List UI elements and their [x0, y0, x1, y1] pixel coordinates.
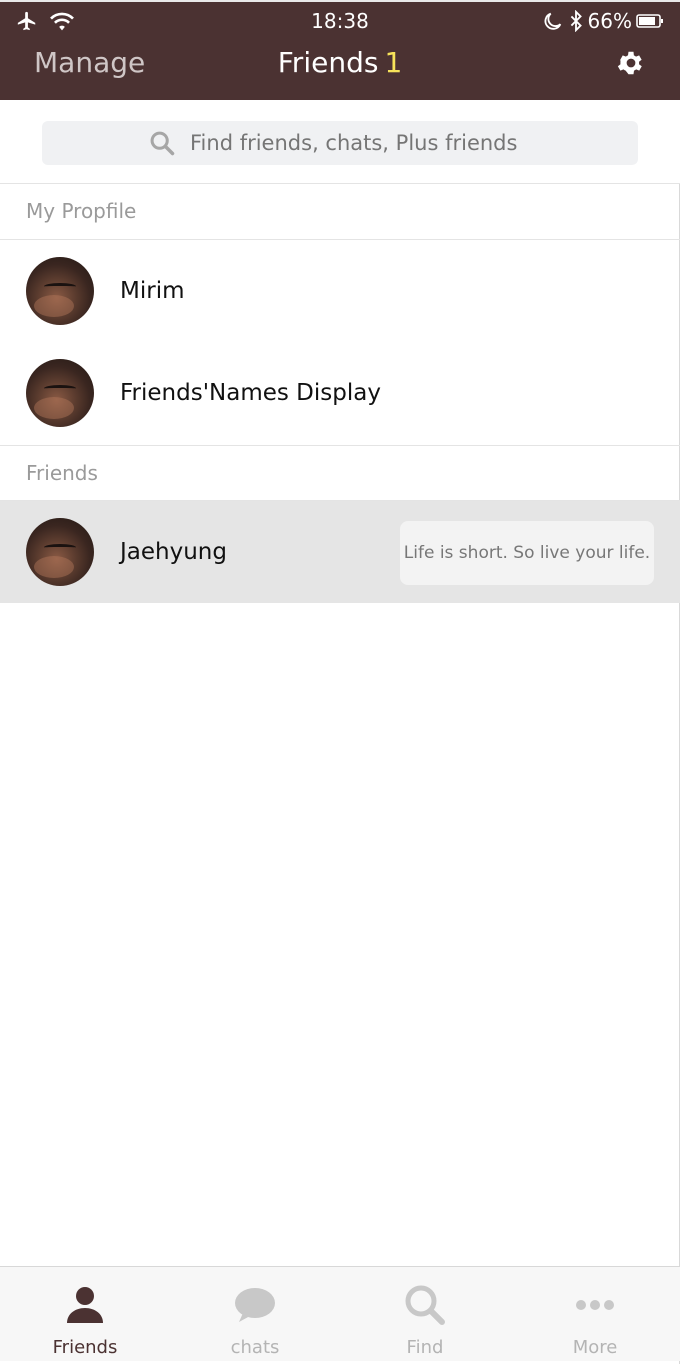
- moon-icon: [544, 12, 561, 30]
- battery-icon: [636, 14, 663, 28]
- tab-label: Friends: [52, 1337, 118, 1358]
- search-box[interactable]: [42, 121, 638, 165]
- avatar: [26, 518, 94, 586]
- avatar: [26, 359, 94, 427]
- tab-more[interactable]: More: [510, 1267, 680, 1361]
- friend-status-message: Life is short. So live your life.: [400, 521, 654, 585]
- search-icon: [405, 1285, 445, 1325]
- gear-icon[interactable]: [616, 48, 646, 78]
- profile-name: Mirim: [120, 278, 185, 304]
- top-header: 18:38 66% Manage Friends 1: [0, 0, 680, 100]
- search-input[interactable]: [188, 130, 532, 156]
- profile-row-display[interactable]: Friends'Names Display: [0, 342, 680, 444]
- battery-percent: 66%: [587, 9, 632, 33]
- person-icon: [67, 1287, 103, 1323]
- page-title-text: Friends: [277, 46, 379, 79]
- tab-chats[interactable]: chats: [170, 1267, 340, 1361]
- more-dots-icon: [576, 1300, 614, 1310]
- avatar: [26, 257, 94, 325]
- tab-label: Find: [406, 1337, 444, 1358]
- bluetooth-icon: [570, 10, 582, 32]
- my-profile-section-header: My Propfile: [0, 184, 680, 240]
- status-bar: 18:38 66%: [0, 2, 680, 40]
- app-frame: 18:38 66% Manage Friends 1 Find friends,…: [0, 0, 680, 1364]
- status-right: 66%: [542, 8, 664, 34]
- chat-bubble-icon: [235, 1288, 275, 1322]
- friend-name: Jaehyung: [120, 539, 227, 565]
- friends-section-header: Friends: [0, 445, 680, 501]
- tab-label: chats: [230, 1337, 280, 1358]
- page-title: Friends 1: [0, 46, 680, 80]
- tab-label: More: [572, 1337, 618, 1358]
- profile-name: Friends'Names Display: [120, 380, 381, 406]
- search-section: [0, 100, 680, 184]
- friend-row-jaehyung[interactable]: Jaehyung Life is short. So live your lif…: [0, 501, 680, 603]
- tab-find[interactable]: Find: [340, 1267, 510, 1361]
- friend-count-badge: 1: [384, 46, 403, 79]
- search-icon: [150, 131, 175, 156]
- bottom-tab-bar: Friends chats Find More: [0, 1266, 680, 1361]
- profile-row-mirim[interactable]: Mirim: [0, 240, 680, 342]
- tab-friends[interactable]: Friends: [0, 1267, 170, 1361]
